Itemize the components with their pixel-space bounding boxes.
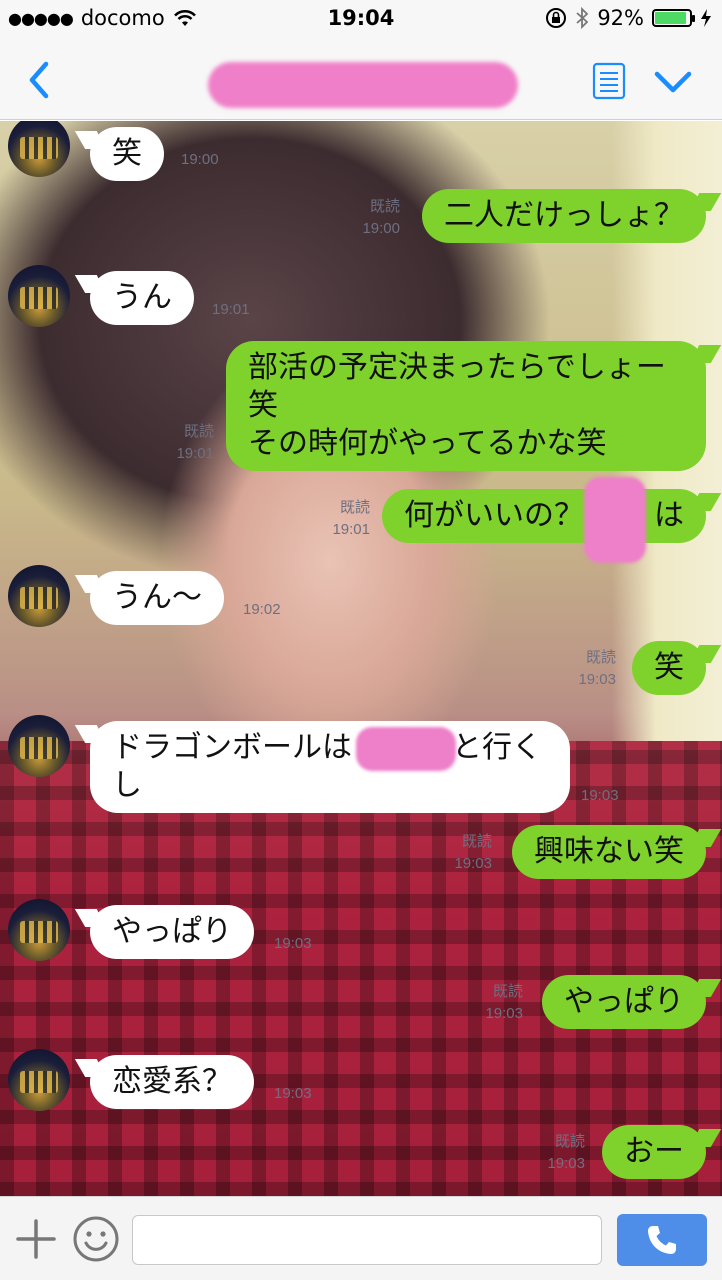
chat-header — [0, 40, 722, 120]
message-time: 19:02 — [243, 601, 281, 618]
avatar[interactable] — [8, 1049, 70, 1111]
menu-list-icon[interactable] — [592, 62, 626, 100]
redaction-mark — [584, 477, 646, 563]
message-input-bar — [0, 1196, 722, 1280]
outgoing-message[interactable]: 部活の予定決まったらでしょー笑 その時何がやってるかな笑 — [226, 341, 706, 471]
message-time: 19:03 — [274, 935, 312, 952]
outgoing-message[interactable]: やっぱり — [542, 975, 706, 1029]
avatar[interactable] — [8, 565, 70, 627]
avatar[interactable] — [8, 121, 70, 177]
read-receipt: 既読 — [461, 833, 492, 850]
avatar[interactable] — [8, 265, 70, 327]
incoming-message[interactable]: 笑 — [90, 127, 164, 181]
message-input[interactable] — [132, 1215, 602, 1265]
message-time: 19:00 — [362, 220, 400, 237]
message-time: 19:03 — [454, 855, 492, 872]
outgoing-message[interactable]: 興味ない笑 — [512, 825, 706, 879]
read-receipt: 既読 — [339, 499, 370, 516]
incoming-message[interactable]: うん — [90, 271, 194, 325]
chevron-down-icon[interactable] — [652, 66, 694, 98]
avatar[interactable] — [8, 715, 70, 777]
status-bar: ●●●●● docomo 19:04 92% — [0, 0, 722, 40]
incoming-message[interactable]: うん〜 — [90, 571, 224, 625]
message-time: 19:03 — [274, 1085, 312, 1102]
message-text: ドラゴンボールは — [112, 730, 352, 765]
read-receipt: 既読 — [183, 423, 214, 440]
call-button[interactable] — [617, 1214, 707, 1266]
avatar[interactable] — [8, 899, 70, 961]
incoming-message[interactable]: ドラゴンボールは と行くし — [90, 721, 570, 813]
read-receipt: 既読 — [554, 1133, 585, 1150]
outgoing-message[interactable]: 何がいいの？ は — [382, 489, 706, 543]
read-receipt: 既読 — [492, 983, 523, 1000]
message-time: 19:03 — [578, 671, 616, 688]
outgoing-message[interactable]: おー — [602, 1125, 706, 1179]
outgoing-message[interactable]: 二人だけっしょ？ — [422, 189, 706, 243]
battery-icon — [652, 9, 695, 27]
message-time: 19:03 — [485, 1005, 523, 1022]
message-time: 19:00 — [181, 151, 219, 168]
redacted-contact-name — [208, 62, 518, 108]
message-time: 19:01 — [332, 521, 370, 538]
read-receipt: 既読 — [585, 649, 616, 666]
read-receipt: 既読 — [369, 198, 400, 215]
rotation-lock-icon — [546, 8, 567, 28]
chat-history[interactable]: 笑 19:00 既読 19:00 二人だけっしょ？ うん 19:01 既読 19… — [0, 121, 722, 1196]
incoming-message[interactable]: 恋愛系？ — [90, 1055, 254, 1109]
outgoing-message[interactable]: 笑 — [632, 641, 706, 695]
message-time: 19:03 — [581, 787, 619, 804]
message-time: 19:03 — [547, 1155, 585, 1172]
plus-icon[interactable] — [14, 1217, 58, 1261]
incoming-message[interactable]: やっぱり — [90, 905, 254, 959]
battery-percent: 92% — [597, 6, 644, 30]
smiley-icon[interactable] — [72, 1215, 120, 1263]
message-text: 何がいいの？ — [404, 498, 584, 533]
back-arrow-icon[interactable] — [22, 58, 62, 102]
message-time: 19:01 — [176, 445, 214, 462]
redaction-mark — [356, 727, 456, 771]
message-time: 19:01 — [212, 301, 250, 318]
phone-icon — [648, 1226, 676, 1254]
charging-icon — [701, 9, 711, 27]
message-text: は — [654, 498, 684, 533]
bluetooth-icon — [576, 6, 589, 30]
